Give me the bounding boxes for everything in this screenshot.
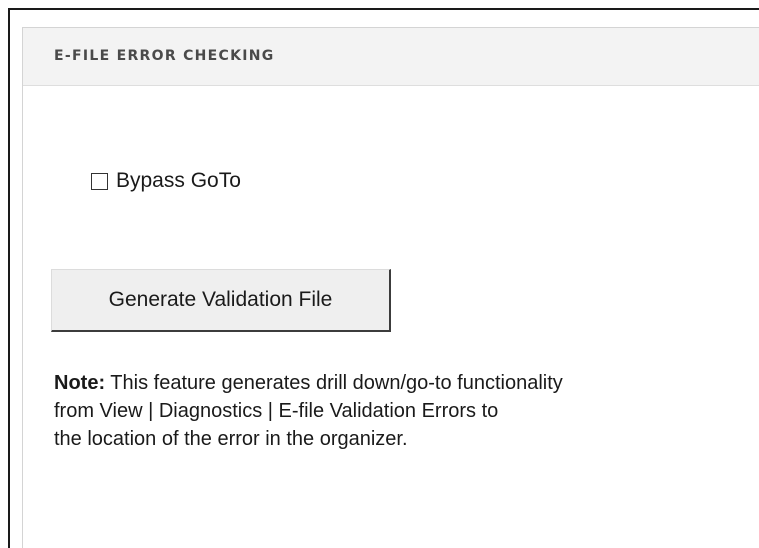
panel-title: E-FILE ERROR CHECKING [54,48,275,64]
bypass-goto-option[interactable]: Bypass GoTo [91,169,241,193]
note-text: Note: This feature generates drill down/… [54,369,744,453]
note-line-1: Note: This feature generates drill down/… [54,369,744,397]
efile-error-checking-panel: E-FILE ERROR CHECKING Bypass GoTo Genera… [22,27,759,548]
note-label: Note: [54,372,106,394]
note-line-3: the location of the error in the organiz… [54,428,408,450]
generate-validation-file-button[interactable]: Generate Validation File [51,269,391,332]
note-line-2: from View | Diagnostics | E-file Validat… [54,400,499,422]
panel-header: E-FILE ERROR CHECKING [23,28,759,86]
bypass-goto-checkbox[interactable] [91,172,108,190]
note-line-1-text: This feature generates drill down/go-to … [105,372,563,394]
bypass-goto-label: Bypass GoTo [116,169,241,192]
